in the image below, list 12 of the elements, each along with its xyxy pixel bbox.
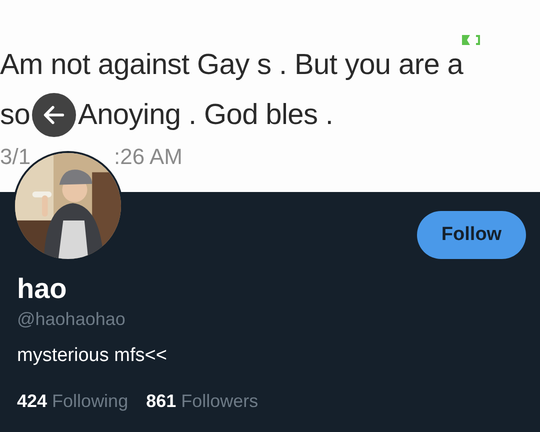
tweet-text-line: Am not against Gay s . But you are a <box>0 48 464 83</box>
tweet-timestamp: 3/1 <box>0 144 32 170</box>
tweet-text-line: Anoying . God bles . <box>78 98 334 133</box>
stat-link[interactable]: 424 Following <box>17 391 128 412</box>
profile-handle: @haohaohao <box>17 309 126 330</box>
back-button[interactable] <box>32 93 76 137</box>
profile-bio: mysterious mfs<< <box>17 345 168 367</box>
follow-button[interactable]: Follow <box>417 211 526 259</box>
profile-name: hao <box>17 273 68 305</box>
tweet-timestamp: :26 AM <box>114 144 182 170</box>
stat-link[interactable]: 861 Followers <box>146 391 258 412</box>
tweet-text-word: so <box>0 98 30 133</box>
